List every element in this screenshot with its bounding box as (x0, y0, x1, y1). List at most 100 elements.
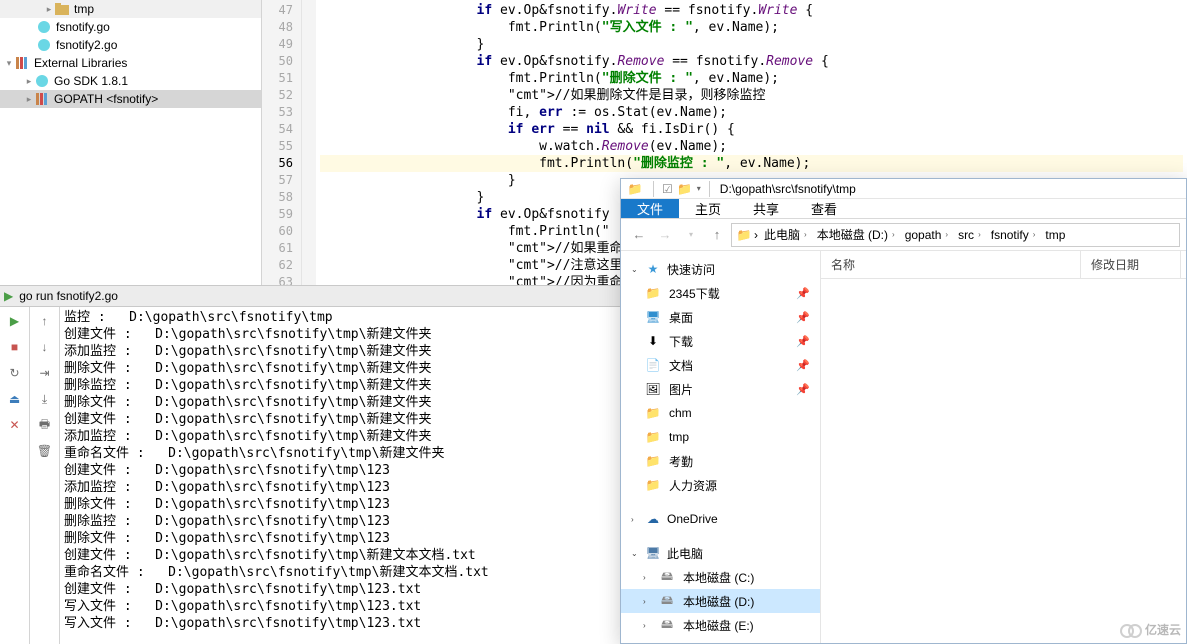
document-icon: 📄 (645, 357, 661, 373)
pc-icon: 🖥 (645, 545, 661, 561)
tree-label: GOPATH <fsnotify> (54, 92, 158, 106)
expand-icon[interactable]: › (643, 573, 646, 582)
sidebar-item[interactable]: 📁 考勤 (621, 449, 820, 473)
file-explorer-window[interactable]: 📁 ☑ 📁 ▾ D:\gopath\src\fsnotify\tmp 文件 主页… (620, 178, 1187, 644)
run-tab-bar: ▶ go run fsnotify2.go (0, 285, 620, 307)
explorer-address-bar: ← → ▾ ↑ 📁 › 此电脑› 本地磁盘 (D:)› gopath› src›… (621, 219, 1186, 251)
ribbon-tab-share[interactable]: 共享 (737, 199, 795, 218)
scroll-button[interactable]: ⤓ (35, 389, 55, 409)
tree-label: External Libraries (34, 56, 127, 70)
run-config-name[interactable]: go run fsnotify2.go (19, 289, 118, 303)
ribbon-tab-view[interactable]: 查看 (795, 199, 853, 218)
drive-icon: 🖴 (659, 569, 675, 585)
folder-icon: 📁 (645, 477, 661, 493)
sidebar-item[interactable]: 📁 tmp (621, 425, 820, 449)
ribbon-tabs: 文件 主页 共享 查看 (621, 199, 1186, 219)
sidebar-item[interactable]: 📁 chm (621, 401, 820, 425)
nav-up-button[interactable]: ↑ (705, 223, 729, 247)
explorer-titlebar[interactable]: 📁 ☑ 📁 ▾ D:\gopath\src\fsnotify\tmp (621, 179, 1186, 199)
close-button[interactable]: ✕ (5, 415, 25, 435)
pin-icon: 📌 (796, 359, 810, 372)
expand-icon[interactable]: › (643, 621, 646, 630)
print-button[interactable]: 🖶 (35, 415, 55, 435)
tree-item-fsnotify2-go[interactable]: fsnotify2.go (0, 36, 261, 54)
sidebar-item[interactable]: 📄 文档 📌 (621, 353, 820, 377)
sidebar-label: 人力资源 (669, 477, 717, 494)
sidebar-drive[interactable]: › 🖴 本地磁盘 (D:) (621, 589, 820, 613)
ribbon-tab-file[interactable]: 文件 (621, 199, 679, 218)
expand-icon[interactable]: › (643, 597, 646, 606)
collapse-icon[interactable]: ⌄ (631, 265, 639, 274)
nav-recent-dropdown[interactable]: ▾ (679, 223, 703, 247)
sidebar-item[interactable]: 🖼 图片 📌 (621, 377, 820, 401)
column-name[interactable]: 名称 (821, 251, 1081, 278)
sidebar-label: 本地磁盘 (D:) (683, 593, 754, 610)
nav-forward-button[interactable]: → (653, 223, 677, 247)
clear-button[interactable]: 🗑 (35, 441, 55, 461)
tree-expand-icon[interactable]: ▸ (24, 94, 34, 105)
restart-button[interactable]: ↻ (5, 363, 25, 383)
qat-checkbox-icon[interactable]: ☑ (662, 182, 673, 196)
crumb-tmp[interactable]: tmp (1041, 228, 1069, 242)
console-output[interactable]: 监控 : D:\gopath\src\fsnotify\tmp 创建文件 : D… (60, 307, 620, 644)
tree-item-tmp[interactable]: ▸ tmp (0, 0, 261, 18)
folder-icon: 📁 (627, 181, 643, 197)
sidebar-label: 本地磁盘 (C:) (683, 569, 754, 586)
drive-icon: 🖴 (659, 617, 675, 633)
this-pc-group[interactable]: ⌄ 🖥 此电脑 (621, 541, 820, 565)
pin-icon: 📌 (796, 287, 810, 300)
crumb-gopath[interactable]: gopath› (901, 228, 952, 242)
crumb-src[interactable]: src› (954, 228, 985, 242)
tree-item-external-libraries[interactable]: ▾ External Libraries (0, 54, 261, 72)
exit-button[interactable]: ⏏ (5, 389, 25, 409)
down-button[interactable]: ↓ (35, 337, 55, 357)
explorer-file-list[interactable]: 名称 修改日期 (821, 251, 1186, 643)
go-file-icon (36, 19, 52, 35)
collapse-icon[interactable]: ⌄ (631, 549, 639, 558)
library-icon (34, 91, 50, 107)
folder-icon (54, 1, 70, 17)
drive-icon: 🖴 (659, 593, 675, 609)
tree-collapse-icon[interactable]: ▾ (4, 58, 14, 69)
tree-label: fsnotify.go (56, 20, 110, 34)
run-toolbar: ▶ ■ ↻ ⏏ ✕ (0, 307, 30, 644)
sdk-icon (34, 73, 50, 89)
qat-dropdown-icon[interactable]: ▾ (697, 184, 701, 193)
sidebar-item[interactable]: 🖥 桌面 📌 (621, 305, 820, 329)
ribbon-tab-home[interactable]: 主页 (679, 199, 737, 218)
nav-back-button[interactable]: ← (627, 223, 651, 247)
expand-icon[interactable]: › (631, 515, 639, 524)
column-headers[interactable]: 名称 修改日期 (821, 251, 1186, 279)
sidebar-item[interactable]: ⬇ 下载 📌 (621, 329, 820, 353)
rerun-button[interactable]: ▶ (5, 311, 25, 331)
crumb-fsnotify[interactable]: fsnotify› (987, 228, 1040, 242)
stop-button[interactable]: ■ (5, 337, 25, 357)
tree-item-go-sdk[interactable]: ▸ Go SDK 1.8.1 (0, 72, 261, 90)
tree-item-fsnotify-go[interactable]: fsnotify.go (0, 18, 261, 36)
tree-expand-icon[interactable]: ▸ (24, 76, 34, 87)
wrap-button[interactable]: ⇥ (35, 363, 55, 383)
crumb-drive-d[interactable]: 本地磁盘 (D:)› (813, 226, 899, 243)
up-button[interactable]: ↑ (35, 311, 55, 331)
chevron-right-icon[interactable]: › (754, 228, 758, 242)
sidebar-label: chm (669, 406, 692, 420)
onedrive-group[interactable]: › ☁ OneDrive (621, 507, 820, 531)
column-modified[interactable]: 修改日期 (1081, 251, 1181, 278)
tree-expand-icon[interactable]: ▸ (44, 4, 54, 15)
sidebar-drive[interactable]: › 🖴 本地磁盘 (C:) (621, 565, 820, 589)
sidebar-label: 本地磁盘 (E:) (683, 617, 754, 634)
quick-access-group[interactable]: ⌄ ★ 快速访问 (621, 257, 820, 281)
breadcrumb[interactable]: 📁 › 此电脑› 本地磁盘 (D:)› gopath› src› fsnotif… (731, 223, 1180, 247)
folder-icon: 📁 (645, 429, 661, 445)
sidebar-drive[interactable]: › 🖴 本地磁盘 (E:) (621, 613, 820, 637)
library-icon (14, 55, 30, 71)
explorer-sidebar[interactable]: ⌄ ★ 快速访问 📁 2345下载 📌 🖥 桌面 📌 ⬇ 下载 📌 📄 文档 📌… (621, 251, 821, 643)
sidebar-item[interactable]: 📁 2345下载 📌 (621, 281, 820, 305)
tree-item-gopath[interactable]: ▸ GOPATH <fsnotify> (0, 90, 261, 108)
pin-icon: 📌 (796, 311, 810, 324)
pin-icon: 📌 (796, 383, 810, 396)
folder-icon: 📁 (645, 285, 661, 301)
sidebar-item[interactable]: 📁 人力资源 (621, 473, 820, 497)
console-panel: ▶ ■ ↻ ⏏ ✕ ↑ ↓ ⇥ ⤓ 🖶 🗑 监控 : D:\gopath\src… (0, 307, 620, 644)
crumb-this-pc[interactable]: 此电脑› (760, 226, 811, 243)
